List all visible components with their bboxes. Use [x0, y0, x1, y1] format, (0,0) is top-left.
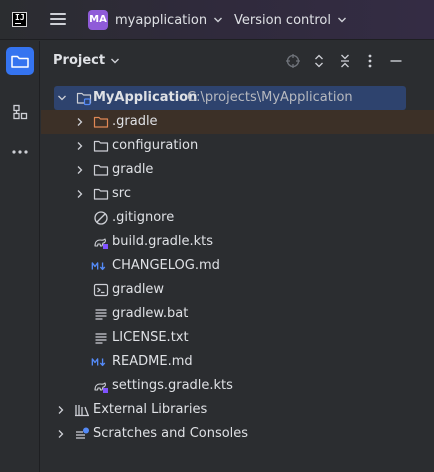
tool-window-stripe — [0, 41, 40, 472]
tree-item-build-gradle[interactable]: build.gradle.kts — [41, 230, 434, 254]
more-tools-button[interactable] — [6, 138, 34, 166]
tree-item-label: build.gradle.kts — [112, 234, 214, 249]
expand-all-icon[interactable] — [310, 52, 328, 70]
tree-item-label: gradlew — [112, 282, 165, 297]
more-icon — [12, 150, 28, 154]
tree-item-gitignore[interactable]: .gitignore — [41, 206, 434, 230]
shell-script-icon — [93, 283, 109, 297]
tree-item-gradle-dir[interactable]: .gradle — [41, 110, 434, 134]
chevron-right-icon[interactable] — [75, 141, 85, 151]
collapse-all-icon[interactable] — [336, 52, 354, 70]
panel-header: Project — [41, 41, 434, 81]
tree-root-path: C:\projects\MyApplication — [187, 90, 353, 105]
markdown-icon — [91, 358, 106, 367]
project-view-selector[interactable]: Project — [53, 53, 120, 68]
folder-icon — [93, 164, 109, 176]
structure-tool-button[interactable] — [6, 98, 34, 126]
tree-item-label: .gradle — [112, 114, 158, 129]
chevron-right-icon[interactable] — [75, 165, 85, 175]
chevron-down-icon — [338, 17, 346, 23]
tree-item-readme[interactable]: README.md — [41, 350, 434, 374]
project-tool-button[interactable] — [6, 47, 34, 75]
tree-item-label: CHANGELOG.md — [112, 258, 220, 273]
structure-icon — [13, 104, 28, 120]
tree-item-label: gradle — [112, 162, 154, 177]
chevron-down-icon[interactable] — [57, 93, 67, 103]
tree-item-label: LICENSE.txt — [112, 330, 189, 345]
text-file-icon — [95, 333, 107, 344]
chevron-right-icon[interactable] — [75, 189, 85, 199]
project-switcher[interactable]: MA myapplication — [88, 9, 223, 31]
project-badge: MA — [88, 10, 108, 30]
library-icon — [75, 405, 89, 417]
intellij-logo-icon: IJ — [12, 12, 27, 27]
tree-item-changelog[interactable]: CHANGELOG.md — [41, 254, 434, 278]
locate-icon[interactable] — [284, 52, 302, 70]
hide-icon[interactable] — [387, 52, 405, 70]
chevron-right-icon[interactable] — [75, 117, 85, 127]
title-bar: IJ MA myapplication Version control — [0, 0, 434, 40]
chevron-down-icon — [214, 17, 223, 23]
version-control-label: Version control — [234, 12, 331, 28]
tree-item-license[interactable]: LICENSE.txt — [41, 326, 434, 350]
gradle-icon — [94, 382, 108, 393]
module-folder-icon — [76, 92, 92, 106]
project-panel: Project MyApplication C:\projects\MyAppl… — [41, 41, 434, 472]
tree-item-gradle[interactable]: gradle — [41, 158, 434, 182]
options-icon[interactable] — [361, 52, 379, 70]
chevron-right-icon[interactable] — [56, 405, 66, 415]
version-control-switcher[interactable]: Version control — [234, 9, 347, 31]
tree-item-settings-gradle[interactable]: settings.gradle.kts — [41, 374, 434, 398]
tree-item-src[interactable]: src — [41, 182, 434, 206]
folder-icon — [93, 140, 109, 152]
tree-item-label: settings.gradle.kts — [112, 378, 233, 393]
main-menu-icon[interactable] — [50, 13, 66, 26]
excluded-folder-icon — [93, 116, 109, 128]
tree-item-label: External Libraries — [93, 402, 208, 417]
tree-item-label: configuration — [112, 138, 199, 153]
chevron-right-icon[interactable] — [56, 429, 66, 439]
tree-item-scratches[interactable]: Scratches and Consoles — [41, 422, 434, 446]
chevron-down-icon — [111, 58, 120, 63]
tree-item-gradlew[interactable]: gradlew — [41, 278, 434, 302]
tree-item-label: .gitignore — [112, 210, 175, 225]
tree-item-configuration[interactable]: configuration — [41, 134, 434, 158]
tree-item-label: src — [112, 186, 131, 201]
tree-root-label: MyApplication — [93, 90, 198, 105]
tree-root-row[interactable]: MyApplication C:\projects\MyApplication — [54, 86, 406, 110]
tree-item-label: gradlew.bat — [112, 306, 189, 321]
scratches-icon — [76, 427, 89, 439]
text-file-icon — [95, 309, 107, 320]
tree-item-label: Scratches and Consoles — [93, 426, 249, 441]
markdown-icon — [91, 262, 106, 271]
tree-item-gradlew-bat[interactable]: gradlew.bat — [41, 302, 434, 326]
project-name: myapplication — [115, 12, 208, 28]
tree-item-label: README.md — [112, 354, 193, 369]
ignore-file-icon — [94, 211, 108, 225]
tree-item-external-libraries[interactable]: External Libraries — [41, 398, 434, 422]
panel-title: Project — [53, 53, 106, 68]
folder-icon — [11, 55, 29, 68]
folder-icon — [93, 188, 109, 200]
gradle-icon — [94, 238, 108, 249]
